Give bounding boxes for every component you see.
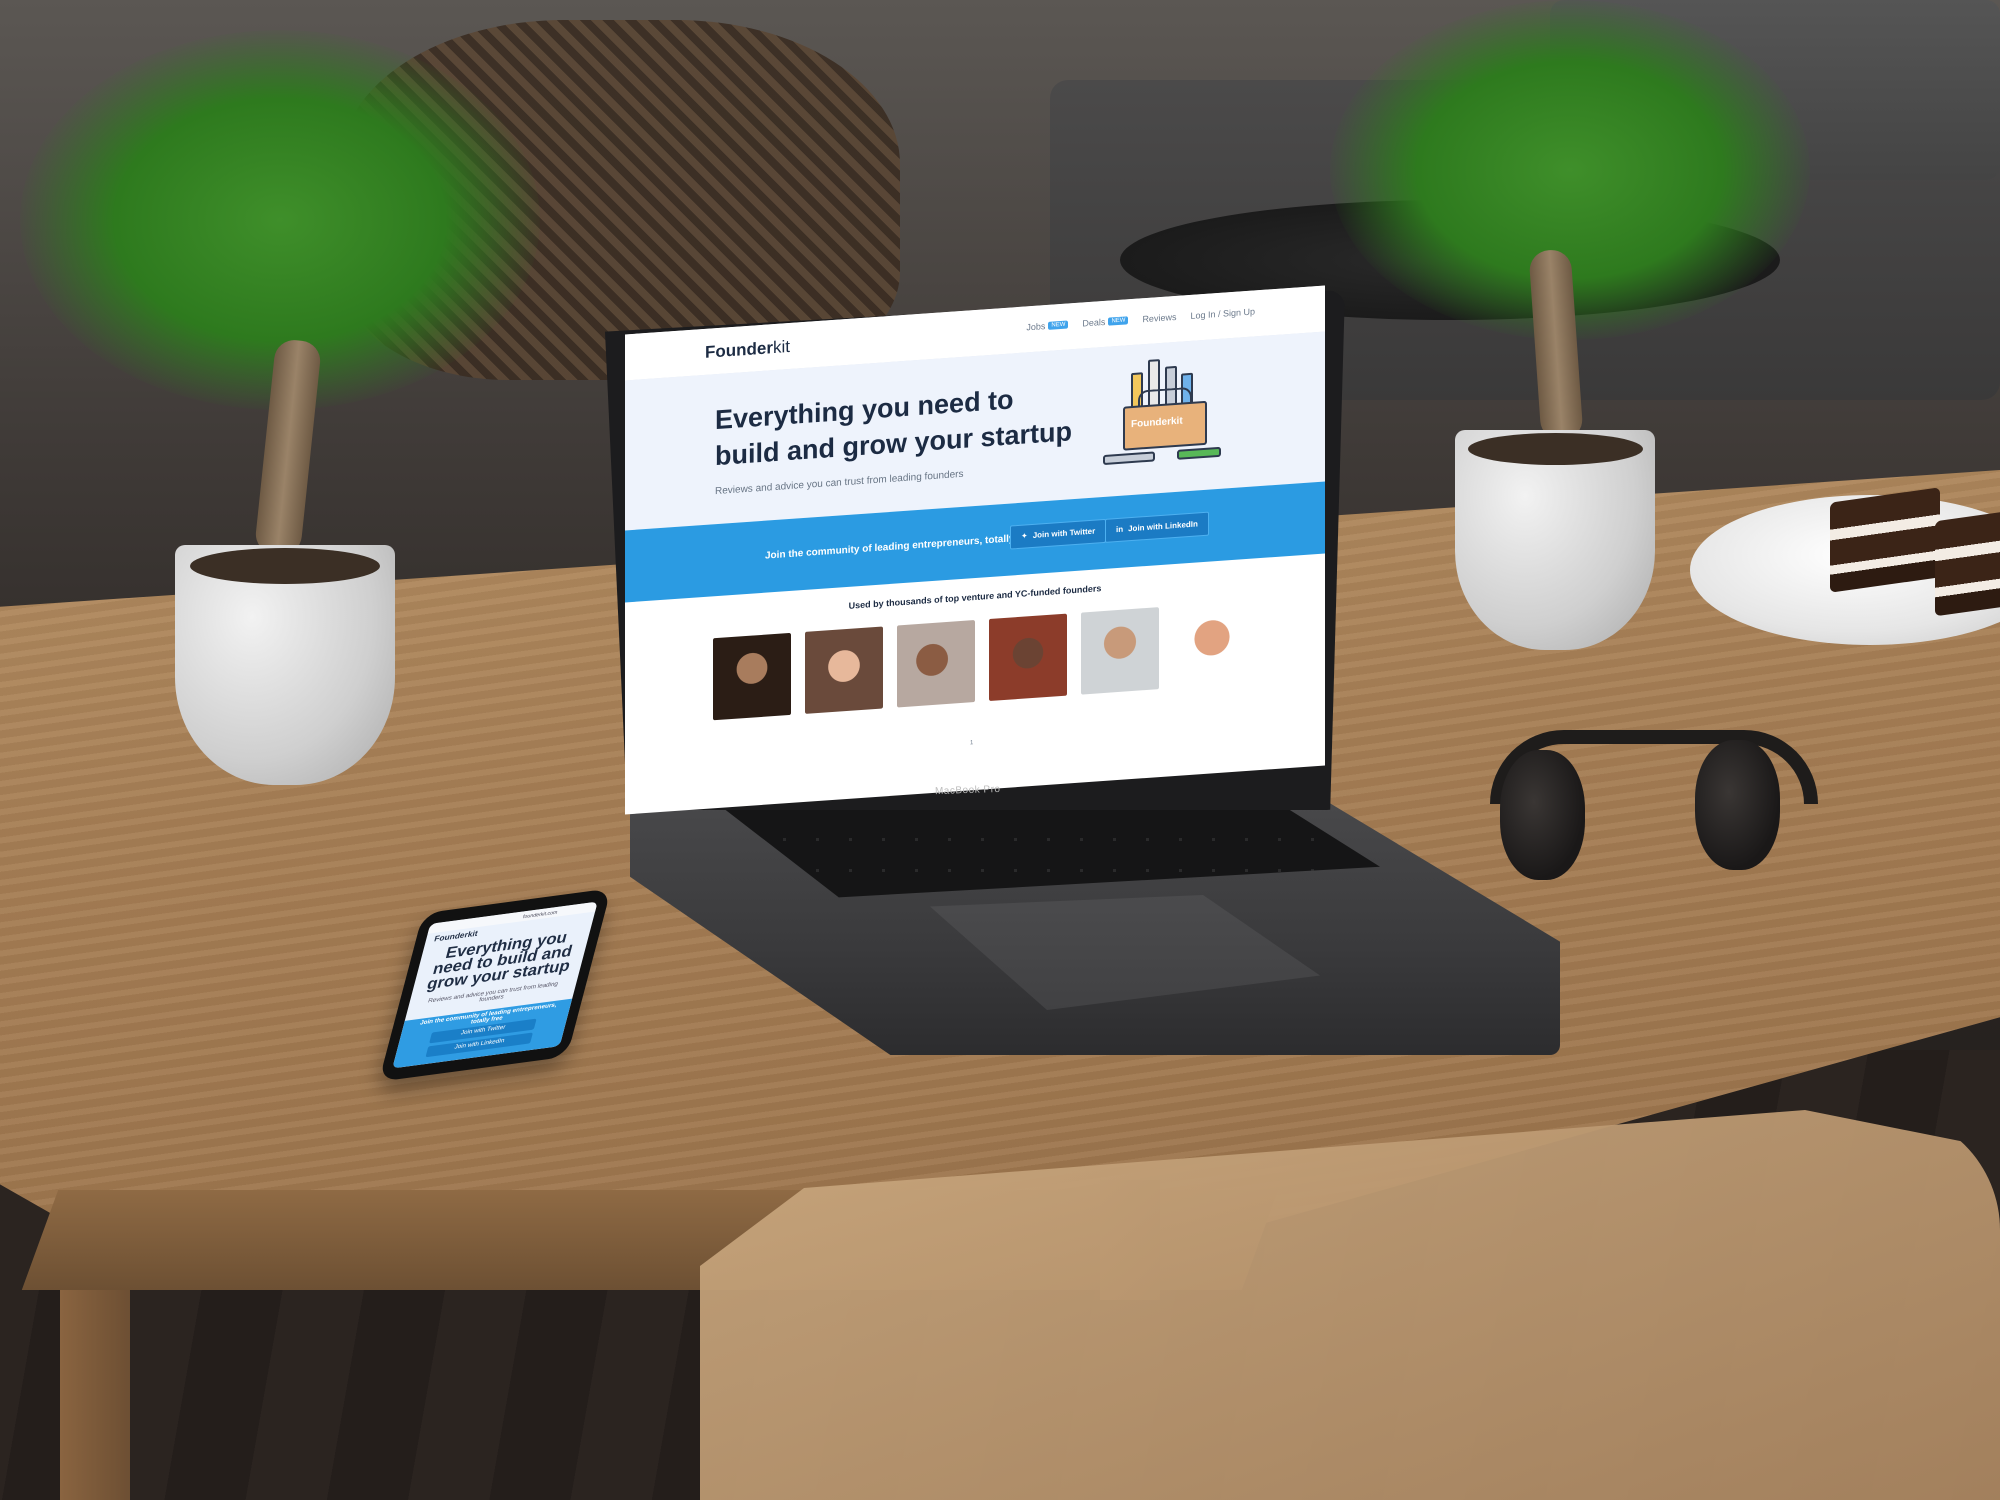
headphone-cup — [1695, 740, 1780, 870]
wrench-icon — [1103, 451, 1155, 466]
founderkit-logo[interactable]: Founderkit — [705, 337, 790, 363]
founder-avatar[interactable] — [713, 632, 791, 721]
laptop-brand-label: MacBook Pro — [934, 783, 1001, 798]
join-twitter-button[interactable]: ✦ Join with Twitter — [1010, 518, 1107, 550]
nav-item-jobs[interactable]: Jobs NEW — [1026, 319, 1069, 333]
logo-founder: Founder — [705, 338, 773, 362]
founder-avatar[interactable] — [1081, 607, 1159, 695]
nav-menu: Jobs NEW Deals NEW Reviews Log In / Sign… — [1026, 306, 1255, 332]
nav-item-deals[interactable]: Deals NEW — [1082, 315, 1129, 329]
nav-item-reviews[interactable]: Reviews — [1142, 312, 1176, 324]
new-badge: NEW — [1048, 320, 1069, 330]
founder-avatar[interactable] — [897, 620, 975, 708]
join-linkedin-button[interactable]: in Join with LinkedIn — [1105, 511, 1209, 543]
twitter-icon: ✦ — [1021, 531, 1028, 541]
founder-avatars — [713, 600, 1251, 721]
nav-label: Jobs — [1026, 321, 1046, 333]
founder-avatar[interactable] — [805, 626, 883, 714]
toolbox-illustration: Founderkit — [1103, 355, 1223, 473]
phone-screen: founderkit.com Founderkit Everything you… — [392, 901, 598, 1069]
headphone-cup — [1500, 750, 1585, 880]
nav-item-login[interactable]: Log In / Sign Up — [1190, 306, 1255, 321]
page-indicator: 1 — [970, 740, 974, 747]
soil-left — [190, 548, 380, 584]
laptop-screen: Founderkit Jobs NEW Deals NEW Reviews Lo… — [625, 285, 1325, 815]
new-badge: NEW — [1108, 316, 1129, 326]
cake-slice — [1935, 508, 2000, 617]
logo-kit: kit — [773, 336, 790, 358]
linkedin-icon: in — [1116, 524, 1124, 535]
cta-text: Join the community of leading entreprene… — [765, 531, 1036, 562]
table-leg — [60, 1290, 130, 1500]
nav-label: Deals — [1082, 316, 1106, 329]
twitter-button-label: Join with Twitter — [1032, 526, 1096, 540]
nav-label: Log In / Sign Up — [1190, 306, 1255, 321]
founder-avatar[interactable] — [1173, 600, 1251, 689]
nav-label: Reviews — [1142, 311, 1177, 325]
cake-slice — [1830, 487, 1940, 593]
screwdriver-icon — [1177, 446, 1221, 460]
founder-avatar[interactable] — [989, 613, 1067, 702]
hero-subtitle: Reviews and advice you can trust from le… — [715, 468, 964, 498]
soil-right — [1468, 433, 1643, 465]
hero-title: Everything you need to build and grow yo… — [715, 384, 1072, 472]
headphones — [1470, 720, 1818, 880]
desk-scene: Founderkit Jobs NEW Deals NEW Reviews Lo… — [0, 0, 2000, 1500]
linkedin-button-label: Join with LinkedIn — [1128, 519, 1198, 534]
